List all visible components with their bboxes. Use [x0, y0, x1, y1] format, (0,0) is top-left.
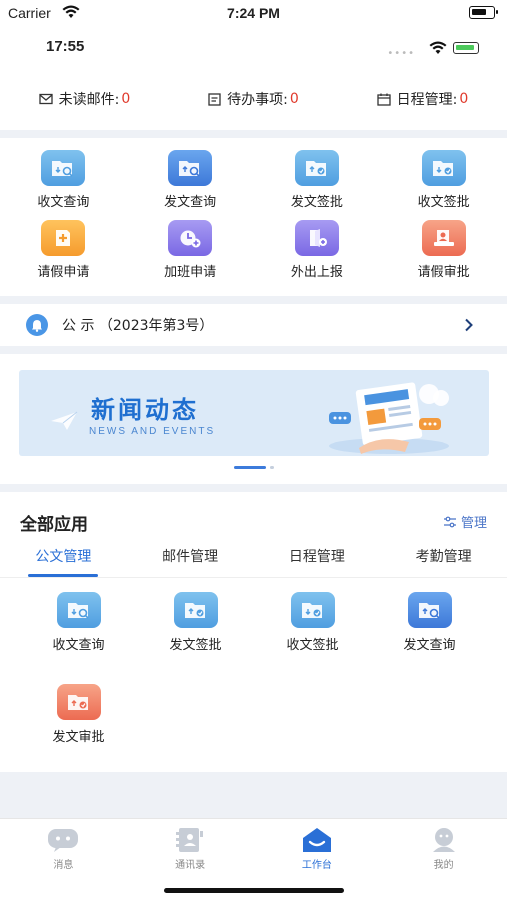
quick-action-leave-request[interactable]: 请假申请: [0, 220, 127, 284]
banner-pager: [0, 466, 507, 469]
ios-time: 7:24 PM: [227, 5, 280, 21]
folder-search-icon: [56, 592, 101, 628]
app-incoming-sign[interactable]: 收文签批: [254, 592, 371, 664]
notice-bar[interactable]: 公 示 （2023年第3号）: [0, 304, 507, 346]
workbench-icon: [302, 828, 331, 852]
summary-bar: 未读邮件: 0 待办事项: 0 日程管理: 0: [0, 68, 507, 130]
leave-approve-icon: [421, 220, 466, 256]
summary-label: 未读邮件:: [58, 92, 120, 108]
quick-action-incoming-sign[interactable]: 收文签批: [380, 150, 507, 214]
nav-profile[interactable]: 我的: [380, 819, 507, 875]
folder-search-icon: [407, 592, 452, 628]
quick-action-label: 加班申请: [164, 265, 217, 280]
folder-sign-icon: [421, 150, 466, 186]
app-outgoing-approval[interactable]: 发文审批: [20, 684, 137, 756]
app-outgoing-sign[interactable]: 发文签批: [137, 592, 254, 664]
folder-sign-icon: [294, 150, 339, 186]
unread-mail-summary[interactable]: 未读邮件: 0: [0, 89, 169, 109]
folder-sign-icon: [173, 592, 218, 628]
summary-count: 0: [289, 91, 299, 107]
signal-icon: ••••: [387, 48, 415, 59]
all-apps-section: 全部应用 管理 公文管理 邮件管理 日程管理 考勤管理 收文查询 发文签批 收文…: [0, 492, 507, 772]
folder-search-icon: [41, 150, 86, 186]
nav-contacts[interactable]: 通讯录: [127, 819, 254, 875]
nav-messages[interactable]: 消息: [0, 819, 127, 875]
quick-action-label: 请假审批: [417, 265, 470, 280]
pager-dot-active[interactable]: [233, 466, 266, 469]
banner-section: 新闻动态 NEWS AND EVENTS: [0, 354, 507, 484]
notice-text: 公 示 （2023年第3号）: [62, 318, 214, 334]
quick-action-label: 外出上报: [290, 265, 343, 280]
quick-action-overtime-request[interactable]: 加班申请: [127, 220, 254, 284]
quick-action-outing-report[interactable]: 外出上报: [254, 220, 381, 284]
outing-icon: [294, 220, 339, 256]
quick-action-leave-approval[interactable]: 请假审批: [380, 220, 507, 284]
bell-icon: [26, 314, 48, 336]
quick-action-outgoing-sign[interactable]: 发文签批: [254, 150, 381, 214]
ios-status-bar: Carrier 7:24 PM: [0, 0, 507, 28]
app-label: 收文签批: [286, 638, 339, 653]
manage-label: 管理: [460, 516, 487, 531]
app-status-bar: 17:55 ••••: [0, 28, 507, 68]
nav-label: 我的: [433, 860, 454, 871]
bottom-tab-bar: 消息 通讯录 工作台 我的: [0, 818, 507, 900]
quick-action-label: 发文查询: [164, 195, 217, 210]
banner-title: 新闻动态: [91, 396, 199, 424]
quick-action-incoming-query[interactable]: 收文查询: [0, 150, 127, 214]
todo-icon: [208, 92, 221, 106]
all-apps-title: 全部应用: [20, 515, 88, 535]
summary-label: 待办事项:: [227, 92, 288, 108]
tab-mail-management[interactable]: 邮件管理: [127, 544, 254, 577]
newspaper-illustration: [329, 382, 449, 454]
news-banner[interactable]: 新闻动态 NEWS AND EVENTS: [19, 370, 489, 456]
battery-icon: [469, 6, 498, 19]
sliders-icon: [443, 516, 456, 527]
message-icon: [48, 829, 79, 852]
app-label: 收文查询: [52, 638, 105, 653]
battery-charging-icon: [453, 42, 479, 54]
leave-request-icon: [41, 220, 86, 256]
summary-count: 0: [459, 91, 469, 107]
tab-document-management[interactable]: 公文管理: [0, 544, 127, 577]
app-label: 发文查询: [403, 638, 456, 653]
mail-icon: [39, 93, 53, 105]
app-grid: 收文查询 发文签批 收文签批 发文查询 发文审批: [0, 592, 507, 756]
paper-plane-icon: [51, 411, 78, 430]
summary-label: 日程管理:: [396, 92, 458, 108]
nav-label: 工作台: [301, 860, 332, 871]
manage-button[interactable]: 管理: [443, 512, 487, 531]
home-indicator[interactable]: [164, 888, 344, 893]
quick-action-label: 发文签批: [290, 195, 343, 210]
tab-attendance-management[interactable]: 考勤管理: [380, 544, 507, 577]
contacts-icon: [176, 828, 204, 852]
app-incoming-query[interactable]: 收文查询: [20, 592, 137, 664]
banner-subtitle: NEWS AND EVENTS: [89, 426, 216, 437]
quick-action-label: 收文签批: [417, 195, 470, 210]
folder-sign-icon: [290, 592, 335, 628]
app-category-tabs: 公文管理 邮件管理 日程管理 考勤管理: [0, 544, 507, 578]
chevron-right-icon: [464, 317, 473, 336]
app-outgoing-query[interactable]: 发文查询: [371, 592, 488, 664]
quick-action-outgoing-query[interactable]: 发文查询: [127, 150, 254, 214]
quick-actions-panel: 收文查询 发文查询 发文签批 收文签批 请假申请 加班申请 外出上报 请假审批: [0, 138, 507, 296]
schedule-summary[interactable]: 日程管理: 0: [338, 89, 507, 109]
quick-action-label: 请假申请: [37, 265, 90, 280]
app-label: 发文审批: [52, 730, 105, 745]
todo-summary[interactable]: 待办事项: 0: [169, 89, 338, 109]
profile-icon: [432, 828, 455, 852]
overtime-icon: [168, 220, 213, 256]
nav-workbench[interactable]: 工作台: [254, 819, 381, 875]
nav-label: 消息: [53, 860, 74, 871]
pager-dot[interactable]: [269, 466, 274, 469]
tab-schedule-management[interactable]: 日程管理: [254, 544, 381, 577]
wifi-icon: [429, 40, 447, 59]
quick-action-label: 收文查询: [37, 195, 90, 210]
summary-count: 0: [121, 91, 131, 107]
nav-label: 通讯录: [175, 860, 206, 871]
calendar-icon: [377, 93, 391, 106]
app-time: 17:55: [46, 38, 85, 55]
folder-search-icon: [168, 150, 213, 186]
folder-approve-icon: [56, 684, 101, 720]
app-label: 发文签批: [169, 638, 222, 653]
